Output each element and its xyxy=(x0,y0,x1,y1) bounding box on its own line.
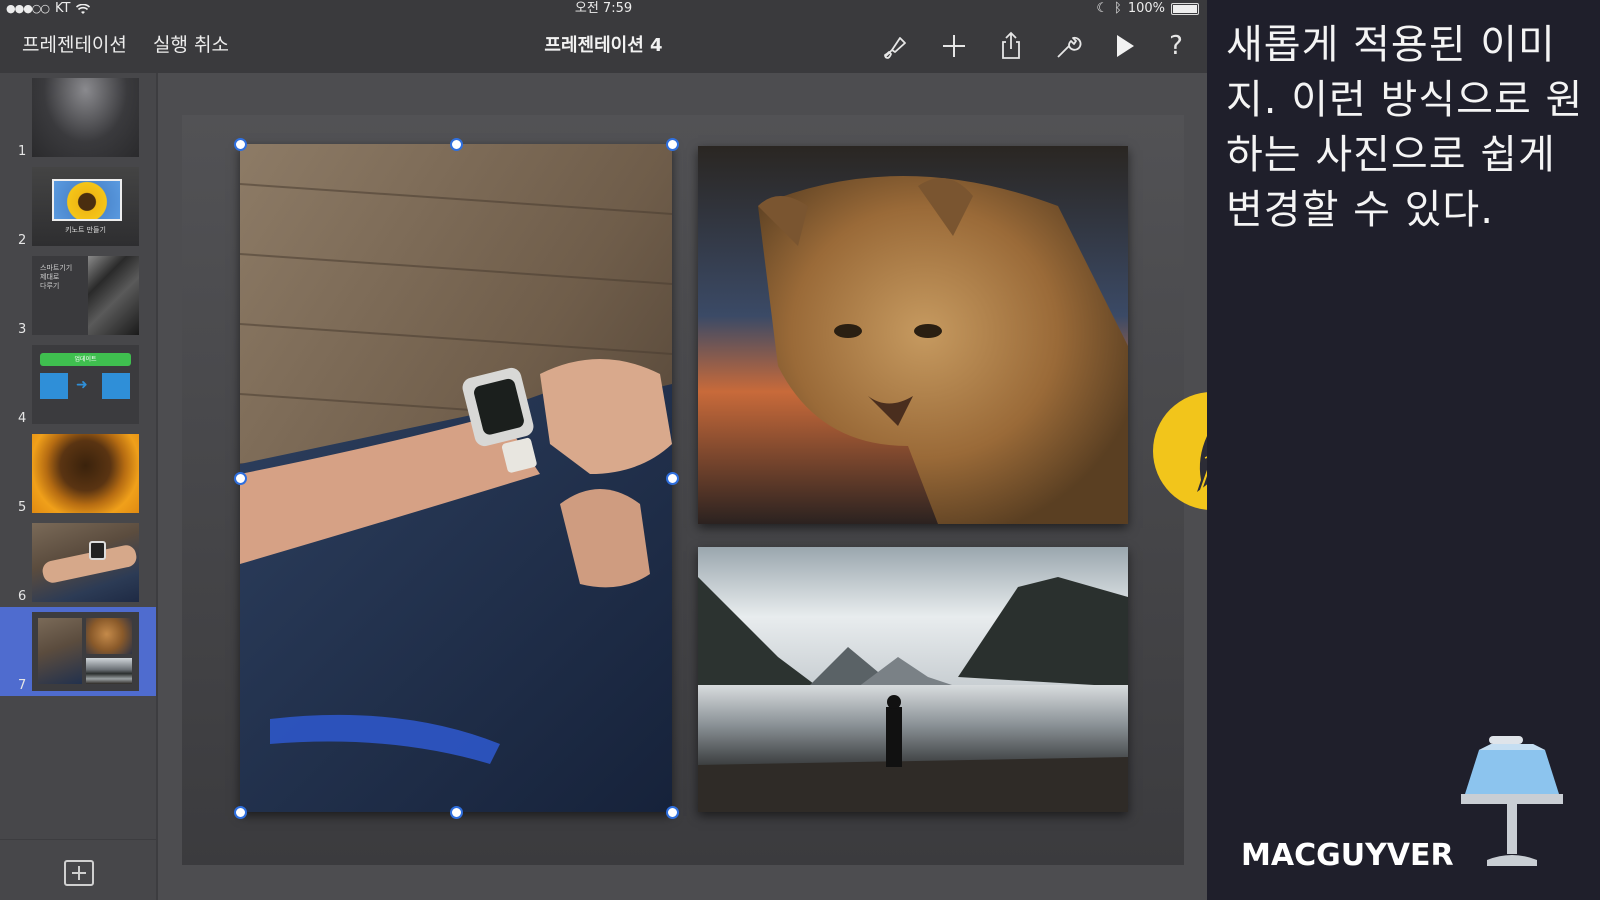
slide-text-line: 제대로 xyxy=(40,273,60,281)
slide-thumbnail-3[interactable]: 스마트기기 제대로 다루기 3 xyxy=(0,251,156,340)
annotation-panel: 새롭게 적용된 이미지. 이런 방식으로 원하는 사진으로 쉽게 변경할 수 있… xyxy=(1207,0,1600,900)
battery-icon xyxy=(1171,3,1199,15)
slide-number: 1 xyxy=(18,144,27,159)
slide-number: 7 xyxy=(18,678,27,693)
caption-text: 새롭게 적용된 이미지. 이런 방식으로 원하는 사진으로 쉽게 변경할 수 있… xyxy=(1226,22,1584,233)
diagram-box-right xyxy=(102,373,130,399)
sunflower-closeup-image xyxy=(32,434,139,513)
mountain-lake-photo-image xyxy=(698,547,1128,812)
resize-handle-right[interactable] xyxy=(666,472,679,485)
resize-handle-top-right[interactable] xyxy=(666,138,679,151)
slide-text-line: 다루기 xyxy=(40,282,60,290)
slide-text: 스마트기기 제대로 다루기 xyxy=(40,264,72,291)
sidebar-divider xyxy=(0,839,156,840)
status-bar: ●●●○○ KT 오전 7:59 ☾ ᛒ 100% xyxy=(0,0,1207,18)
laptop-image xyxy=(88,256,139,335)
watch-photo-image xyxy=(32,523,139,602)
sunflower-image xyxy=(52,179,122,221)
mountain-lake-photo[interactable] xyxy=(698,547,1128,812)
slide-number: 2 xyxy=(18,233,27,248)
battery-percent: 100% xyxy=(1127,1,1165,16)
wrench-icon[interactable] xyxy=(1052,30,1084,62)
slide-preview xyxy=(32,78,139,157)
status-time: 오전 7:59 xyxy=(574,1,633,16)
resize-handle-bottom[interactable] xyxy=(450,806,463,819)
keynote-podium-icon xyxy=(1461,736,1563,866)
slide-thumbnail-4[interactable]: 업데이트 ➜ 4 xyxy=(0,340,156,429)
plus-icon[interactable] xyxy=(938,30,970,62)
presentations-button[interactable]: 프레젠테이션 xyxy=(22,18,127,73)
slide-number: 5 xyxy=(18,500,27,515)
collage-mountain xyxy=(86,658,132,684)
moon-icon: ☾ xyxy=(1096,1,1109,16)
bluetooth-icon: ᛒ xyxy=(1114,1,1122,16)
slide-number: 6 xyxy=(18,589,27,604)
slide-number: 4 xyxy=(18,411,27,426)
slide-thumbnail-7[interactable]: 7 xyxy=(0,607,156,696)
toolbar: 프레젠테이션 실행 취소 프레젠테이션 4 ? xyxy=(0,18,1207,73)
brand-logo-text: MACGUYVER xyxy=(1241,838,1454,873)
resize-handle-top-left[interactable] xyxy=(234,138,247,151)
slide-thumbnail-6[interactable]: 6 xyxy=(0,518,156,607)
slide-preview: 업데이트 ➜ xyxy=(32,345,139,424)
paintbrush-icon[interactable] xyxy=(880,30,912,62)
undo-button[interactable]: 실행 취소 xyxy=(153,18,229,73)
slide-preview xyxy=(32,612,139,691)
slide-thumbnail-1[interactable]: 1 xyxy=(0,73,156,162)
slide-preview: 스마트기기 제대로 다루기 xyxy=(32,256,139,335)
slide-text: 업데이트 xyxy=(40,353,131,366)
share-icon[interactable] xyxy=(995,30,1027,62)
slide-thumbnail-5[interactable]: 5 xyxy=(0,429,156,518)
lion-photo[interactable] xyxy=(698,146,1128,524)
watch-photo[interactable] xyxy=(240,144,672,812)
watch-shape xyxy=(89,541,106,560)
slide-number: 3 xyxy=(18,322,27,337)
help-icon[interactable]: ? xyxy=(1160,30,1192,62)
add-slide-button[interactable] xyxy=(64,860,94,886)
collage-lion xyxy=(86,618,132,654)
diagram-box-left xyxy=(40,373,68,399)
resize-handle-left[interactable] xyxy=(234,472,247,485)
slide-thumbnail-2[interactable]: 키노트 만들기 2 xyxy=(0,162,156,251)
status-right: ☾ ᛒ 100% xyxy=(1096,0,1199,18)
play-icon[interactable] xyxy=(1108,30,1140,62)
resize-handle-bottom-right[interactable] xyxy=(666,806,679,819)
slide-text-line: 스마트기기 xyxy=(40,264,73,272)
arrow-icon: ➜ xyxy=(76,377,88,393)
collage-watch xyxy=(38,618,82,684)
lion-photo-image xyxy=(698,146,1128,524)
resize-handle-bottom-left[interactable] xyxy=(234,806,247,819)
watch-photo-image xyxy=(240,144,672,812)
slide-navigator: 1 키노트 만들기 2 스마트기기 제대로 다루기 3 업데이트 ➜ 4 5 6… xyxy=(0,73,158,900)
slide-preview: 키노트 만들기 xyxy=(32,167,139,246)
slide-text: 키노트 만들기 xyxy=(65,226,106,234)
resize-handle-top[interactable] xyxy=(450,138,463,151)
